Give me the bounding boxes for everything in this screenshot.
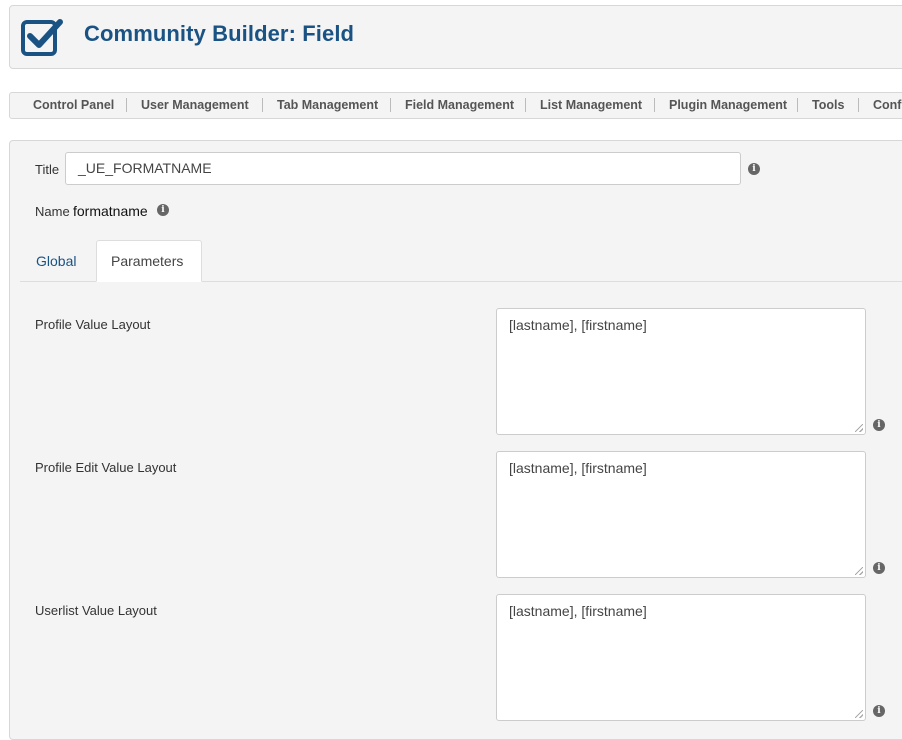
- nav-user-management[interactable]: User Management: [141, 98, 249, 112]
- title-input[interactable]: _UE_FORMATNAME: [65, 152, 741, 185]
- resize-grip-icon[interactable]: [855, 567, 863, 575]
- userlist-value-layout-textarea[interactable]: [lastname], [firstname]: [496, 594, 866, 721]
- nav-list-management[interactable]: List Management: [540, 98, 642, 112]
- profile-value-layout-label: Profile Value Layout: [35, 317, 151, 332]
- nav-separator: [858, 98, 859, 112]
- nav-separator: [126, 98, 127, 112]
- textarea-value: [lastname], [firstname]: [509, 603, 647, 619]
- textarea-value: [lastname], [firstname]: [509, 317, 647, 333]
- profile-edit-value-layout-textarea[interactable]: [lastname], [firstname]: [496, 451, 866, 578]
- nav-plugin-management[interactable]: Plugin Management: [669, 98, 787, 112]
- nav-tools[interactable]: Tools: [812, 98, 844, 112]
- info-icon[interactable]: i: [157, 204, 169, 216]
- info-icon[interactable]: i: [873, 562, 885, 574]
- textarea-value: [lastname], [firstname]: [509, 460, 647, 476]
- nav-separator: [797, 98, 798, 112]
- field-edit-panel: Title _UE_FORMATNAME i Name formatname i…: [9, 140, 902, 740]
- nav-control-panel[interactable]: Control Panel: [33, 98, 114, 112]
- resize-grip-icon[interactable]: [855, 424, 863, 432]
- nav-separator: [262, 98, 263, 112]
- info-icon[interactable]: i: [873, 705, 885, 717]
- nav-separator: [654, 98, 655, 112]
- page-header: Community Builder: Field: [9, 5, 902, 69]
- nav-field-management[interactable]: Field Management: [405, 98, 514, 112]
- name-value: formatname: [73, 203, 148, 219]
- tab-global[interactable]: Global: [21, 241, 91, 282]
- tab-parameters[interactable]: Parameters: [96, 240, 202, 282]
- name-label: Name: [35, 204, 70, 219]
- userlist-value-layout-label: Userlist Value Layout: [35, 603, 157, 618]
- nav-separator: [390, 98, 391, 112]
- main-nav: Control Panel User Management Tab Manage…: [9, 92, 902, 119]
- profile-value-layout-textarea[interactable]: [lastname], [firstname]: [496, 308, 866, 435]
- title-label: Title: [35, 162, 60, 177]
- checkbox-checked-icon: [21, 19, 63, 56]
- profile-edit-value-layout-label: Profile Edit Value Layout: [35, 460, 177, 475]
- nav-tab-management[interactable]: Tab Management: [277, 98, 378, 112]
- info-icon[interactable]: i: [873, 419, 885, 431]
- nav-configuration[interactable]: Confi: [873, 98, 902, 112]
- info-icon[interactable]: i: [748, 163, 760, 175]
- page-title: Community Builder: Field: [84, 21, 355, 46]
- resize-grip-icon[interactable]: [855, 710, 863, 718]
- nav-separator: [525, 98, 526, 112]
